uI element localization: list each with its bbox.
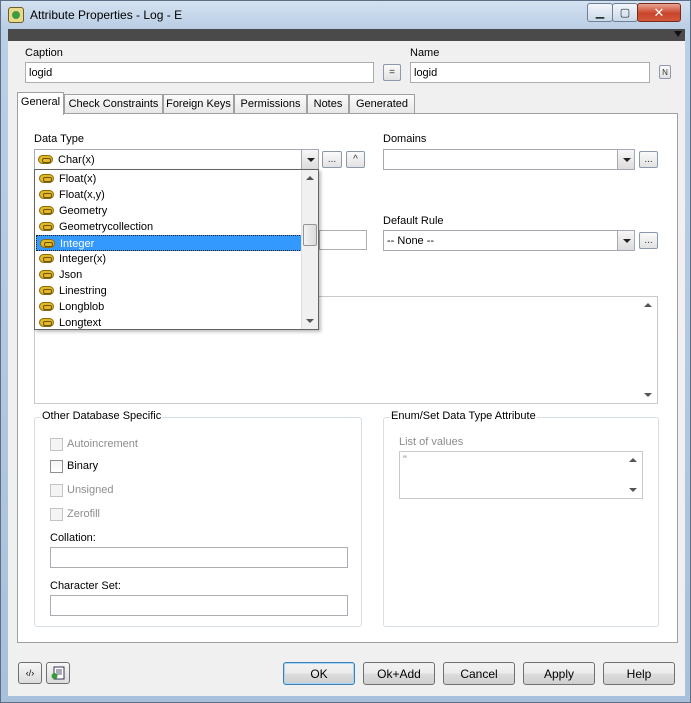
list-item[interactable]: Geometry	[36, 203, 302, 219]
dropdown-scrollbar[interactable]	[301, 170, 318, 329]
group-title: Enum/Set Data Type Attribute	[390, 410, 537, 422]
name-input[interactable]: logid	[410, 62, 650, 83]
chevron-down-icon[interactable]	[617, 231, 634, 250]
collation-input[interactable]	[50, 547, 348, 568]
scroll-up-icon[interactable]	[644, 303, 652, 307]
autoincrement-checkbox[interactable]	[50, 438, 63, 451]
caption-input[interactable]: logid	[25, 62, 374, 83]
list-of-values-textarea[interactable]: "	[399, 451, 643, 499]
datatype-icon	[39, 270, 54, 279]
data-type-label: Data Type	[34, 133, 84, 145]
list-scrollbar[interactable]	[625, 452, 642, 498]
app-icon	[8, 7, 24, 23]
group-title: Other Database Specific	[41, 410, 163, 422]
list-of-values-label: List of values	[399, 436, 464, 448]
help-button[interactable]: Help	[603, 662, 675, 685]
tab-generated[interactable]: Generated	[349, 94, 415, 114]
domains-label: Domains	[383, 133, 427, 145]
unsigned-checkbox[interactable]	[50, 484, 63, 497]
name-label: Name	[410, 47, 440, 59]
character-set-label: Character Set:	[50, 580, 121, 592]
domains-combo[interactable]	[383, 149, 635, 170]
scroll-down-icon[interactable]	[306, 319, 314, 323]
datatype-icon	[40, 239, 55, 248]
comment-scrollbar[interactable]	[640, 297, 657, 403]
tab-general[interactable]: General	[17, 92, 64, 115]
list-item-selected[interactable]: Integer	[36, 235, 302, 251]
list-item[interactable]: Json	[36, 267, 302, 283]
ok-add-button[interactable]: Ok+Add	[363, 662, 435, 685]
default-rule-combo[interactable]: -- None --	[383, 230, 635, 251]
sheet-icon	[51, 666, 65, 680]
zerofill-label: Zerofill	[67, 508, 101, 520]
close-button[interactable]: ✕	[637, 3, 681, 22]
minimize-button[interactable]: ▁	[587, 3, 613, 22]
list-item[interactable]: Longtext	[36, 315, 302, 331]
title-bar[interactable]: Attribute Properties - Log - E ▁ ▢ ✕	[1, 1, 690, 29]
datatype-icon	[38, 155, 53, 164]
tab-permissions[interactable]: Permissions	[234, 94, 307, 114]
scroll-thumb[interactable]	[303, 224, 317, 246]
caption-label: Caption	[25, 47, 63, 59]
apply-button[interactable]: Apply	[523, 662, 595, 685]
scroll-down-icon[interactable]	[644, 393, 652, 397]
datatype-icon	[39, 222, 54, 231]
chevron-down-icon[interactable]	[674, 31, 682, 37]
scroll-up-icon[interactable]	[306, 176, 314, 180]
collation-label: Collation:	[50, 532, 96, 544]
dialog-client: Caption logid = Name logid N General Che…	[8, 41, 685, 696]
name-options-button[interactable]: N	[659, 65, 671, 79]
domains-browse-button[interactable]: ...	[639, 151, 658, 168]
data-type-browse-button[interactable]: ...	[322, 151, 342, 168]
other-database-specific-group: Other Database Specific Autoincrement Bi…	[34, 410, 362, 627]
default-rule-label: Default Rule	[383, 215, 444, 227]
data-type-dropdown-list[interactable]: Float(x) Float(x,y) Geometry Geometrycol…	[34, 169, 319, 330]
code-view-button[interactable]: ‹/›	[18, 662, 42, 684]
data-type-combo[interactable]: Char(x)	[34, 149, 319, 170]
list-item[interactable]: Geometrycollection	[36, 219, 302, 235]
unsigned-label: Unsigned	[67, 484, 114, 496]
list-item[interactable]: Integer(x)	[36, 251, 302, 267]
chevron-down-icon[interactable]	[617, 150, 634, 169]
maximize-button[interactable]: ▢	[612, 3, 638, 22]
datatype-icon	[39, 190, 54, 199]
scroll-up-icon[interactable]	[629, 458, 637, 462]
datatype-icon	[39, 286, 54, 295]
enum-set-group: Enum/Set Data Type Attribute List of val…	[383, 410, 659, 627]
character-set-input[interactable]	[50, 595, 348, 616]
ok-button[interactable]: OK	[283, 662, 355, 685]
datatype-icon	[39, 302, 54, 311]
default-rule-value: -- None --	[387, 235, 435, 247]
datatype-icon	[39, 318, 54, 327]
window-title: Attribute Properties - Log - E	[30, 8, 183, 22]
datatype-icon	[39, 254, 54, 263]
zerofill-checkbox[interactable]	[50, 508, 63, 521]
scroll-down-icon[interactable]	[629, 488, 637, 492]
tab-check-constraints[interactable]: Check Constraints	[64, 94, 163, 114]
list-item[interactable]: Longblob	[36, 299, 302, 315]
list-item[interactable]: Float(x)	[36, 171, 302, 187]
datatype-icon	[39, 206, 54, 215]
data-type-up-button[interactable]: ^	[346, 151, 365, 168]
binary-checkbox[interactable]	[50, 460, 63, 473]
autoincrement-label: Autoincrement	[67, 438, 138, 450]
toolbar-strip	[8, 29, 685, 41]
list-item[interactable]: Float(x,y)	[36, 187, 302, 203]
preview-sheet-button[interactable]	[46, 662, 70, 684]
datatype-icon	[39, 174, 54, 183]
chevron-down-icon[interactable]	[301, 150, 318, 169]
default-rule-browse-button[interactable]: ...	[639, 232, 658, 249]
binary-label: Binary	[67, 460, 99, 472]
length-input[interactable]	[319, 230, 367, 250]
tab-foreign-keys[interactable]: Foreign Keys	[163, 94, 234, 114]
list-item[interactable]: Linestring	[36, 283, 302, 299]
data-type-value: Char(x)	[58, 154, 95, 166]
list-of-values-value: "	[403, 454, 407, 466]
cancel-button[interactable]: Cancel	[443, 662, 515, 685]
equals-button[interactable]: =	[383, 64, 401, 81]
tab-notes[interactable]: Notes	[307, 94, 349, 114]
attribute-properties-window: Attribute Properties - Log - E ▁ ▢ ✕ Cap…	[0, 0, 691, 703]
